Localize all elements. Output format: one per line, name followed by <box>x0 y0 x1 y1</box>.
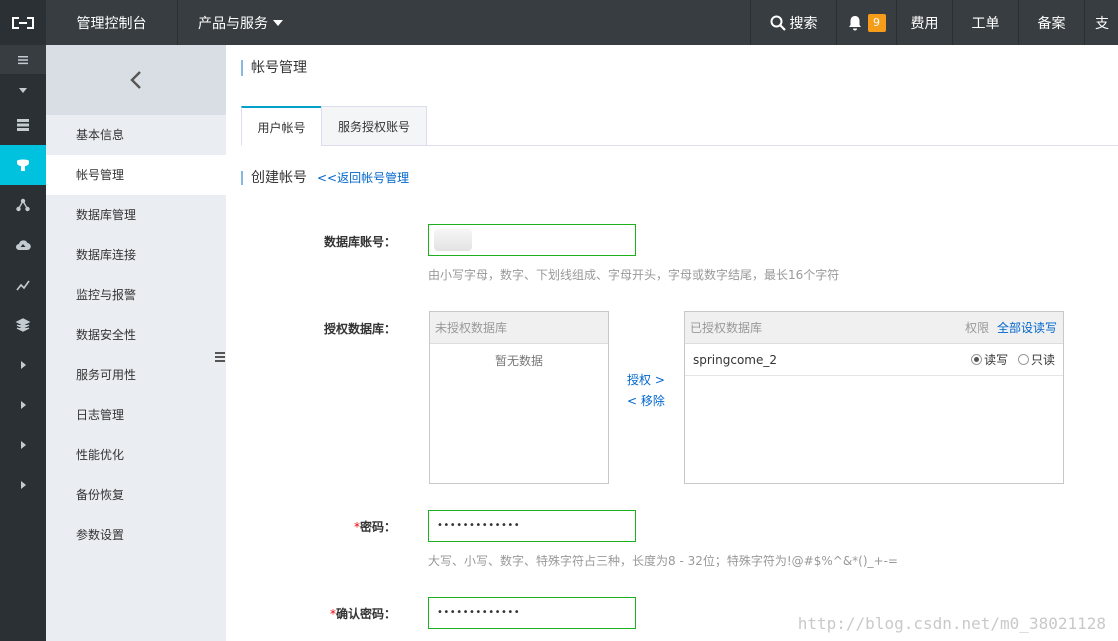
sidebar-item-basic-info[interactable]: 基本信息 <box>46 115 226 155</box>
radio-unchecked-icon <box>1017 354 1029 365</box>
console-home-link[interactable]: 管理控制台 <box>46 0 178 45</box>
products-services-label: 产品与服务 <box>198 15 268 32</box>
back-to-accounts-link[interactable]: <<返回帐号管理 <box>317 171 409 185</box>
sidebar-item-database-management[interactable]: 数据库管理 <box>46 195 226 235</box>
authorize-db-label: 授权数据库： <box>323 322 396 336</box>
notification-count-badge: 9 <box>867 13 886 32</box>
rail-collapse-button[interactable] <box>0 75 46 105</box>
caret-right-icon <box>21 481 26 489</box>
rail-network-button[interactable] <box>0 185 46 225</box>
rail-expand-button-4[interactable] <box>0 465 46 505</box>
confirm-password-label: *确认密码： <box>226 605 396 622</box>
sidebar-item-account-management[interactable]: 帐号管理 <box>46 155 226 195</box>
sidebar-item-monitoring[interactable]: 监控与报警 <box>46 275 226 315</box>
rail-layers-button[interactable] <box>0 305 46 345</box>
radio-checked-icon <box>971 354 983 365</box>
db-name: springcome_2 <box>693 353 778 367</box>
readwrite-radio[interactable]: 读写 <box>971 353 1008 367</box>
authorize-button[interactable]: 授权 > <box>627 370 665 391</box>
confirm-password-field[interactable]: ••••••••••••• <box>428 597 636 629</box>
watermark: http://blog.csdn.net/m0_38021128 <box>797 614 1106 633</box>
rail-expand-button-1[interactable] <box>0 345 46 385</box>
readwrite-label: 读写 <box>984 353 1009 367</box>
beian-link[interactable]: 备案 <box>1018 0 1084 45</box>
account-tabs: 用户帐号 服务授权账号 <box>241 106 1118 146</box>
readonly-radio[interactable]: 只读 <box>1017 353 1055 367</box>
permission-label: 权限 <box>965 321 990 335</box>
unauthorized-db-header: 未授权数据库 <box>430 312 608 344</box>
sidebar-back-button[interactable] <box>46 45 226 115</box>
rds-sidebar: 基本信息 帐号管理 数据库管理 数据库连接 监控与报警 数据安全性 服务可用性 … <box>46 45 226 641</box>
hamburger-icon <box>18 55 28 64</box>
aliyun-logo-icon[interactable] <box>0 0 46 45</box>
sidebar-item-performance[interactable]: 性能优化 <box>46 435 226 475</box>
support-link[interactable]: 支 <box>1084 0 1118 45</box>
chevron-left-icon <box>130 71 141 89</box>
caret-right-icon <box>21 361 26 369</box>
rail-rds-button[interactable] <box>0 145 46 185</box>
database-icon <box>17 159 29 171</box>
empty-list-text: 暂无数据 <box>494 354 543 368</box>
sidebar-item-parameters[interactable]: 参数设置 <box>46 515 226 555</box>
main-content: 帐号管理 用户帐号 服务授权账号 创建帐号 <<返回帐号管理 数据库账号： 由小… <box>226 45 1118 641</box>
account-field-label: 数据库账号： <box>323 235 396 249</box>
sidebar-item-logs[interactable]: 日志管理 <box>46 395 226 435</box>
products-services-menu[interactable]: 产品与服务 <box>178 0 286 45</box>
password-label: *密码： <box>226 518 396 535</box>
account-name-field[interactable] <box>428 224 636 256</box>
confirm-password-label-text: 确认密码： <box>335 607 396 621</box>
top-navbar: 管理控制台 产品与服务 搜索 9 费用 工单 备案 支 <box>0 0 1118 45</box>
unauthorized-db-list: 未授权数据库 暂无数据 <box>429 311 609 484</box>
tab-service-accounts[interactable]: 服务授权账号 <box>321 106 427 146</box>
ticket-link[interactable]: 工单 <box>952 0 1018 45</box>
layers-icon <box>15 318 31 332</box>
rail-expand-button-2[interactable] <box>0 385 46 425</box>
line-chart-icon <box>16 280 30 291</box>
tab-user-accounts[interactable]: 用户帐号 <box>241 106 322 146</box>
fee-link[interactable]: 费用 <box>896 0 952 45</box>
product-icon-rail <box>0 45 46 641</box>
section-title: 创建帐号 <<返回帐号管理 <box>241 171 409 185</box>
authorized-db-header: 已授权数据库 权限 全部设读写 <box>685 312 1063 344</box>
sidebar-item-backup[interactable]: 备份恢复 <box>46 475 226 515</box>
menu-toggle-button[interactable] <box>0 45 46 75</box>
caret-right-icon <box>21 401 26 409</box>
sidebar-item-database-connection[interactable]: 数据库连接 <box>46 235 226 275</box>
authorized-db-list: 已授权数据库 权限 全部设读写 springcome_2 读写 只读 <box>684 311 1064 484</box>
search-button[interactable]: 搜索 <box>750 0 836 45</box>
authorized-db-header-label: 已授权数据库 <box>690 321 763 335</box>
transfer-controls: 授权 > < 移除 <box>627 370 665 412</box>
sidebar-item-availability[interactable]: 服务可用性 <box>46 355 226 395</box>
caret-right-icon <box>21 441 26 449</box>
rail-monitor-button[interactable] <box>0 265 46 305</box>
server-icon <box>17 119 29 131</box>
chevron-down-icon <box>273 19 283 26</box>
rail-ecs-button[interactable] <box>0 105 46 145</box>
bell-icon <box>848 15 861 30</box>
password-field[interactable]: ••••••••••••• <box>428 510 636 542</box>
password-label-text: 密码： <box>359 520 396 534</box>
section-title-text: 创建帐号 <box>251 170 307 186</box>
redacted-value <box>434 229 472 251</box>
account-hint: 由小写字母，数字、下划线组成、字母开头，字母或数字结尾，最长16个字符 <box>428 268 840 282</box>
remove-button[interactable]: < 移除 <box>627 391 665 412</box>
page-title: 帐号管理 <box>241 60 307 76</box>
sidebar-item-data-security[interactable]: 数据安全性 <box>46 315 226 355</box>
search-icon <box>770 15 786 31</box>
collapse-icon <box>215 352 225 362</box>
network-icon <box>16 198 30 212</box>
authorized-db-row: springcome_2 读写 只读 <box>685 344 1063 376</box>
search-label: 搜索 <box>789 15 818 32</box>
cloud-upload-icon <box>16 240 31 251</box>
readonly-label: 只读 <box>1030 353 1055 367</box>
rail-expand-button-3[interactable] <box>0 425 46 465</box>
password-hint: 大写、小写、数字、特殊字符占三种，长度为8 - 32位；特殊字符为!@#$%^&… <box>428 554 898 568</box>
set-all-readwrite-link[interactable]: 全部设读写 <box>997 321 1057 335</box>
rail-cloud-button[interactable] <box>0 225 46 265</box>
caret-down-icon <box>19 88 27 93</box>
notifications-button[interactable]: 9 <box>836 0 896 45</box>
